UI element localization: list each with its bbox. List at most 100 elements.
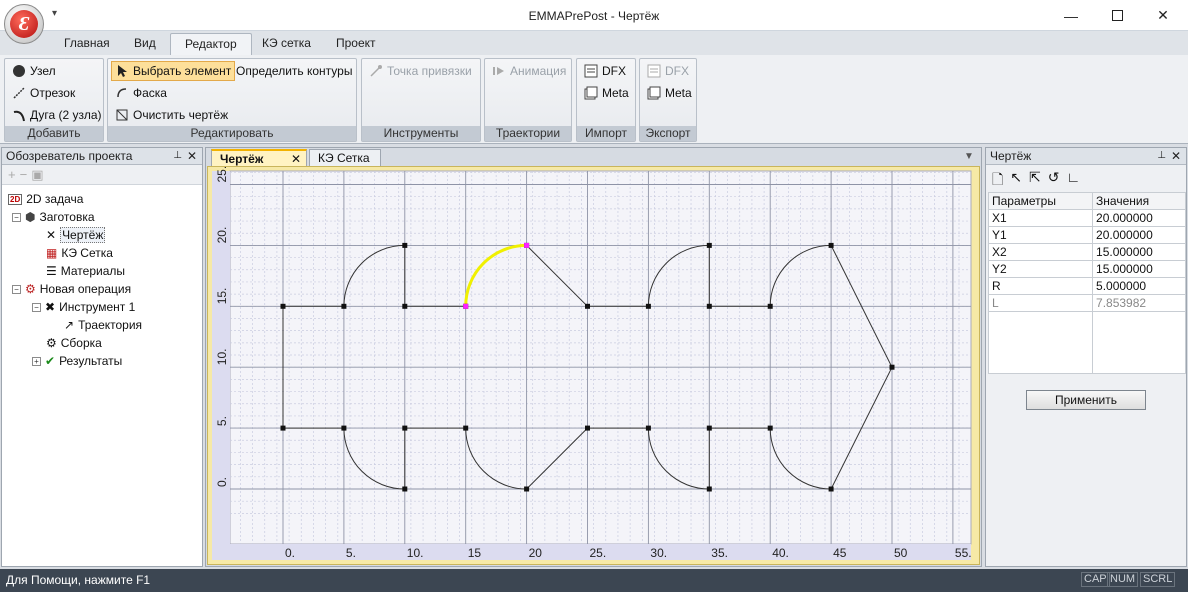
param-value[interactable]: 5.000000: [1092, 277, 1186, 295]
tab-fe-mesh-doc[interactable]: КЭ Сетка: [309, 149, 381, 166]
param-name: X2: [987, 243, 1094, 261]
param-value[interactable]: 20.000000: [1092, 209, 1186, 227]
task-icon: 2D: [8, 193, 23, 205]
ribbon-group-label: Траектории: [485, 126, 571, 141]
app-menu-button[interactable]: Ɛ: [4, 4, 44, 44]
scroll-lock-indicator: SCRL: [1140, 572, 1176, 587]
param-value[interactable]: 20.000000: [1092, 226, 1186, 244]
export-meta-button[interactable]: Meta: [644, 83, 695, 103]
meta-file-icon: [584, 86, 598, 100]
grid-background: [229, 170, 972, 545]
x-tick-label: 5.: [346, 546, 356, 560]
remove-icon[interactable]: −: [20, 167, 28, 182]
chamfer-button[interactable]: Фаска: [112, 83, 170, 103]
angle-icon[interactable]: ∟: [1066, 169, 1080, 193]
tree-item-trajectory[interactable]: ↗ Траектория: [64, 316, 142, 334]
animation-button[interactable]: Анимация: [489, 61, 569, 81]
collapse-icon[interactable]: −: [32, 302, 41, 312]
tab-list-dropdown-icon[interactable]: ▼: [964, 151, 974, 162]
x-tick-label: 20: [529, 546, 543, 560]
close-button[interactable]: ✕: [1140, 0, 1186, 31]
tree-item-tool-1[interactable]: − ✖ Инструмент 1: [32, 298, 135, 316]
folder-icon[interactable]: ▣: [31, 167, 43, 183]
tool-icon: ✖: [45, 300, 56, 314]
close-panel-icon[interactable]: ✕: [187, 148, 197, 164]
y-tick-label: 10.: [215, 349, 229, 366]
tree-item-2d-task[interactable]: 2D 2D задача: [8, 190, 83, 208]
drawing-node: [463, 425, 469, 431]
new-document-icon[interactable]: 🗋: [992, 169, 1003, 193]
param-value[interactable]: 15.000000: [1092, 260, 1186, 278]
pin-icon[interactable]: ⊥: [173, 148, 182, 164]
add-icon[interactable]: +: [8, 167, 16, 182]
drawing-node: [402, 425, 408, 431]
drawing-node: [402, 303, 408, 309]
properties-table: Параметры Значения X1 20.000000 Y1 20.00000…: [987, 192, 1186, 374]
table-row: X1 20.000000: [987, 209, 1186, 227]
minimize-button[interactable]: —: [1048, 0, 1094, 31]
drawing-node: [767, 303, 773, 309]
y-tick-label: 15.: [215, 288, 229, 305]
ribbon-group-tools: Точка привязки Инструменты: [361, 58, 481, 142]
close-panel-icon[interactable]: ✕: [1171, 148, 1181, 164]
tab-fe-mesh[interactable]: КЭ сетка: [248, 33, 325, 55]
snap-icon: [369, 64, 383, 78]
ribbon-group-import: DFX Meta Импорт: [576, 58, 636, 142]
tab-editor[interactable]: Редактор: [170, 33, 252, 56]
collapse-icon[interactable]: −: [12, 212, 21, 222]
select-element-button[interactable]: Выбрать элемент: [111, 61, 236, 81]
tree-item-assembly[interactable]: ⚙ Сборка: [46, 334, 102, 352]
expand-icon[interactable]: +: [32, 356, 41, 366]
table-row: Y1 20.000000: [987, 226, 1186, 244]
rotate-node-icon[interactable]: ↺: [1048, 169, 1060, 193]
x-tick-label: 45: [833, 546, 847, 560]
tree-item-blank[interactable]: − ⬢ Заготовка: [12, 208, 95, 226]
segment-button[interactable]: Отрезок: [9, 83, 78, 103]
ribbon-group-label: Импорт: [577, 126, 635, 141]
close-tab-icon[interactable]: ✕: [291, 151, 301, 167]
apply-button[interactable]: Применить: [1026, 390, 1146, 410]
x-tick-label: 35.: [711, 546, 728, 560]
tree-item-new-operation[interactable]: − ⚙ Новая операция: [12, 280, 131, 298]
x-tick-label: 50: [894, 546, 908, 560]
y-tick-label: 25.: [215, 167, 229, 183]
drawing-canvas[interactable]: 0. 5. 10. 15 20 25. 30. 35. 40. 45 50 55. 0. 5. 10. 15.…: [208, 166, 979, 564]
import-dxf-button[interactable]: DFX: [581, 61, 629, 81]
selected-node: [463, 303, 469, 309]
assembly-icon: ⚙: [46, 336, 57, 350]
maximize-button[interactable]: [1094, 0, 1140, 31]
x-tick-label: 25.: [590, 546, 607, 560]
arc-button[interactable]: Дуга (2 узла): [9, 105, 105, 125]
tree-item-materials[interactable]: ☰ Материалы: [46, 262, 125, 280]
arc-icon: [12, 108, 26, 122]
x-tick-label: 15: [468, 546, 482, 560]
param-name: R: [987, 277, 1094, 295]
status-bar: Для Помощи, нажмите F1 CAP NUM SCRL: [0, 569, 1188, 592]
select-node-icon[interactable]: ↖: [1010, 169, 1022, 193]
collapse-icon[interactable]: −: [12, 284, 21, 294]
params-column-header: Параметры: [987, 192, 1094, 210]
y-tick-label: 5.: [215, 416, 229, 426]
tab-view[interactable]: Вид: [120, 33, 170, 55]
param-name: Y2: [987, 260, 1094, 278]
tab-project[interactable]: Проект: [322, 33, 390, 55]
meta-file-icon: [647, 86, 661, 100]
import-meta-button[interactable]: Meta: [581, 83, 632, 103]
drawing-node: [706, 486, 712, 492]
snap-point-button[interactable]: Точка привязки: [366, 61, 475, 81]
move-node-icon[interactable]: ⇱: [1029, 169, 1041, 193]
tree-item-drawing[interactable]: ✕ Чертёж: [46, 226, 106, 244]
tab-drawing[interactable]: Чертёж ✕: [211, 149, 307, 166]
tab-home[interactable]: Главная: [50, 33, 124, 55]
ribbon-group-label: Инструменты: [362, 126, 480, 141]
node-button[interactable]: Узел: [9, 61, 59, 81]
tree-item-results[interactable]: + ✔ Результаты: [32, 352, 122, 370]
define-contours-button[interactable]: Определить контуры: [233, 61, 355, 81]
tree-item-fe-mesh[interactable]: ▦ КЭ Сетка: [46, 244, 113, 262]
export-dxf-button[interactable]: DFX: [644, 61, 692, 81]
ribbon-group-label: Редактировать: [108, 126, 356, 141]
dxf-file-icon: [647, 64, 661, 78]
param-value[interactable]: 15.000000: [1092, 243, 1186, 261]
clear-drawing-button[interactable]: Очистить чертёж: [112, 105, 231, 125]
pin-icon[interactable]: ⊥: [1157, 148, 1166, 164]
